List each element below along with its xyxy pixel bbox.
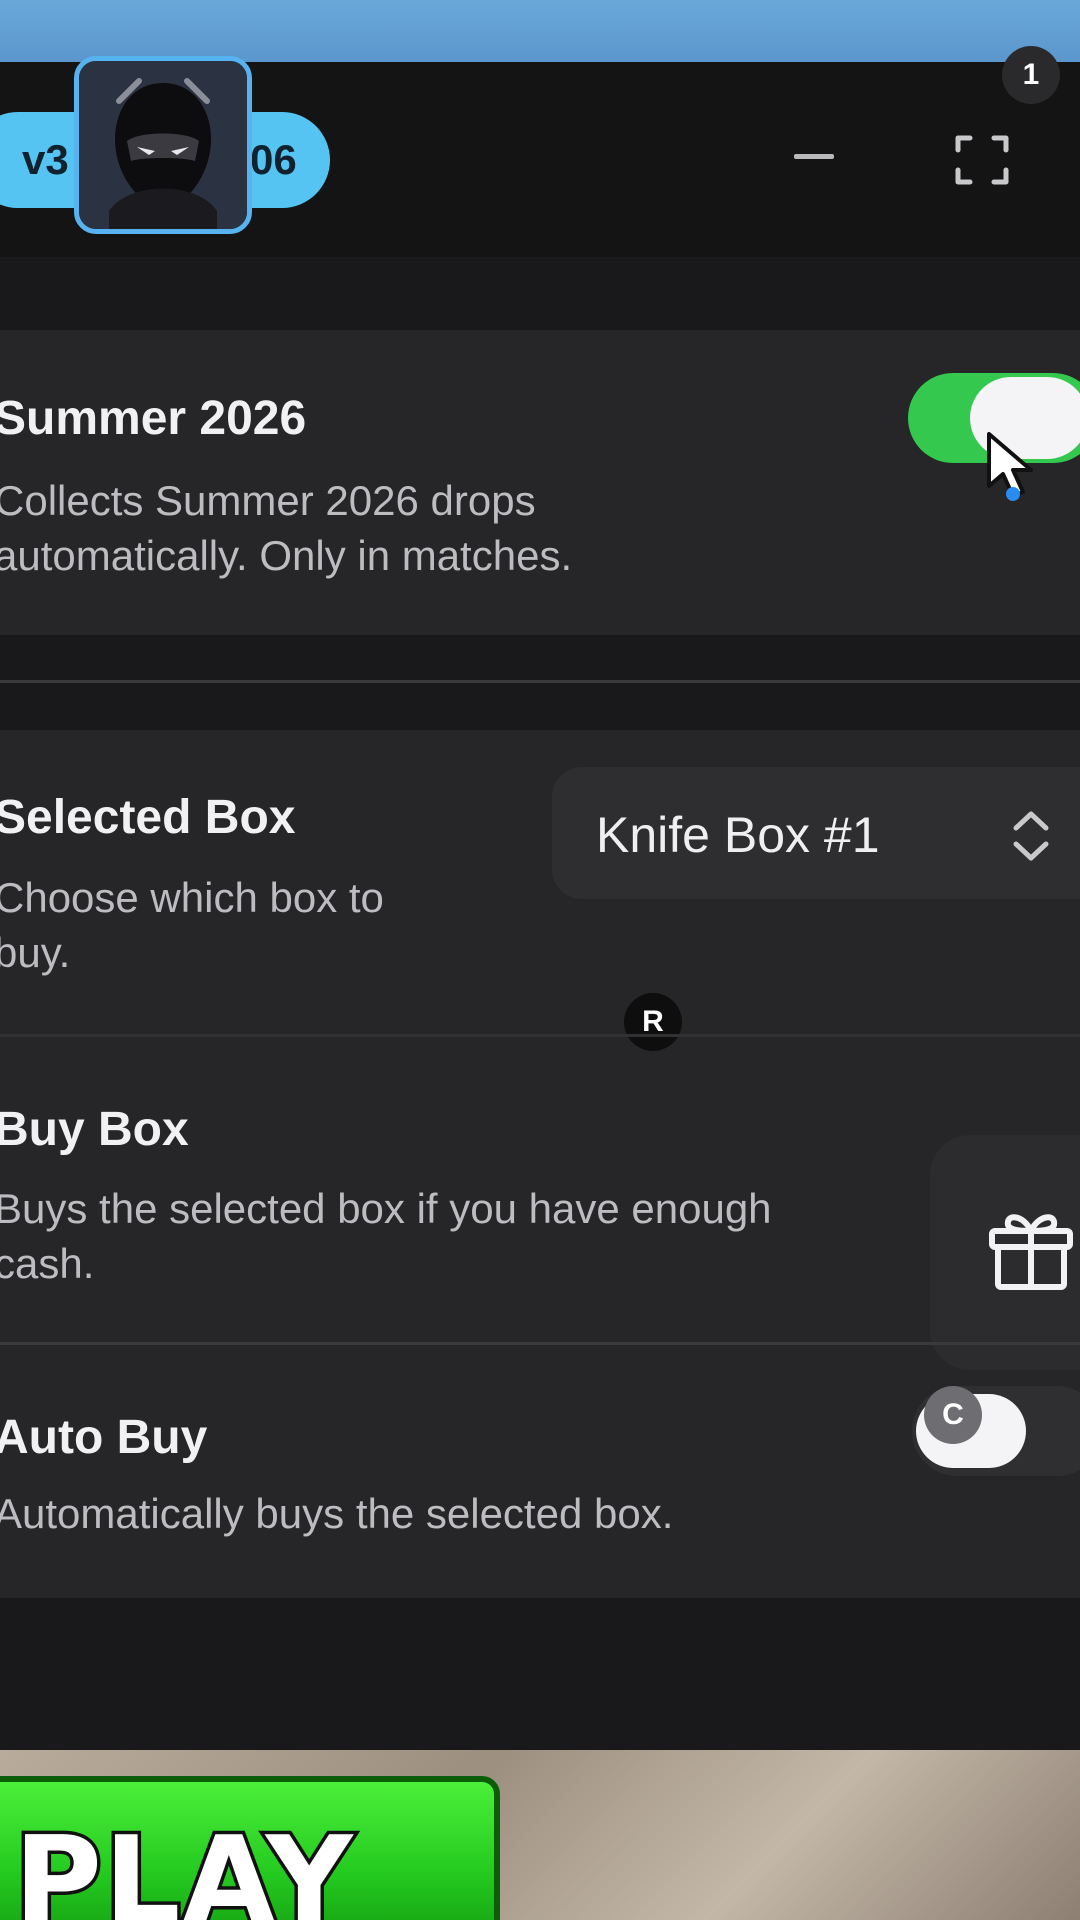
chevron-up-down-icon: [1013, 811, 1049, 861]
box-select-value: Knife Box #1: [596, 807, 880, 863]
summer-description-line2: automatically. Only in matches.: [0, 532, 573, 579]
buy-box-title: Buy Box: [0, 1103, 189, 1156]
buy-box-button[interactable]: [930, 1135, 1080, 1370]
app-screen: v3 06 1 Summer 2026 Collects Summer 2026…: [0, 0, 1080, 1920]
auto-buy-title: Auto Buy: [0, 1411, 208, 1464]
shortcut-badge-r: R: [624, 993, 682, 1051]
row-divider: [0, 1034, 1080, 1037]
section-divider: [0, 680, 1080, 683]
auto-buy-description: Automatically buys the selected box.: [0, 1490, 674, 1537]
summer-title: Summer 2026: [0, 392, 307, 445]
selected-box-title: Selected Box: [0, 791, 296, 844]
minimize-button[interactable]: [790, 130, 840, 180]
shortcut-badge-c: C: [924, 1386, 982, 1444]
buy-box-description-line2: cash.: [0, 1240, 95, 1287]
selected-box-description-line1: Choose which box to: [0, 874, 384, 921]
summer-description-line1: Collects Summer 2026 drops: [0, 477, 536, 524]
play-button-label: PLAY: [11, 1809, 357, 1920]
gift-icon: [989, 1214, 1073, 1290]
fullscreen-button[interactable]: [952, 130, 1012, 190]
notification-badge: 1: [1002, 46, 1060, 104]
selected-box-description-line2: buy.: [0, 929, 71, 976]
fullscreen-icon: [955, 135, 1009, 185]
version-label-left: v3: [22, 136, 69, 183]
row-divider: [0, 1342, 1080, 1345]
version-label-right: 06: [250, 136, 297, 183]
mouse-cursor-icon: [987, 432, 1033, 501]
game-background-sky: [0, 0, 1080, 62]
ninja-avatar-icon[interactable]: [74, 56, 252, 234]
buy-box-description-line1: Buys the selected box if you have enough: [0, 1185, 772, 1232]
